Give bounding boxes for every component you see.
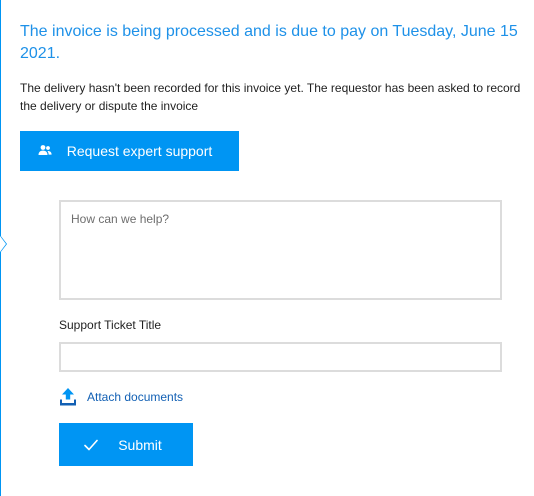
invoice-status-headline: The invoice is being processed and is du… xyxy=(20,23,518,62)
attach-documents-label: Attach documents xyxy=(87,390,184,404)
attach-documents-link[interactable]: Attach documents xyxy=(59,387,183,407)
help-message-textarea[interactable] xyxy=(59,200,502,300)
support-ticket-title-label: Support Ticket Title xyxy=(59,318,162,332)
request-expert-support-label: Request expert support xyxy=(66,143,213,159)
checkmark-icon xyxy=(84,439,99,451)
upload-icon xyxy=(59,387,77,407)
delivery-status-description: The delivery hasn't been recorded for th… xyxy=(20,81,521,113)
people-icon xyxy=(37,143,53,159)
request-expert-support-button[interactable]: Request expert support xyxy=(20,131,239,171)
submit-label: Submit xyxy=(118,436,162,453)
submit-button[interactable]: Submit xyxy=(59,423,193,466)
invoice-status-card: The invoice is being processed and is du… xyxy=(0,0,534,496)
support-ticket-title-input[interactable] xyxy=(59,342,502,372)
